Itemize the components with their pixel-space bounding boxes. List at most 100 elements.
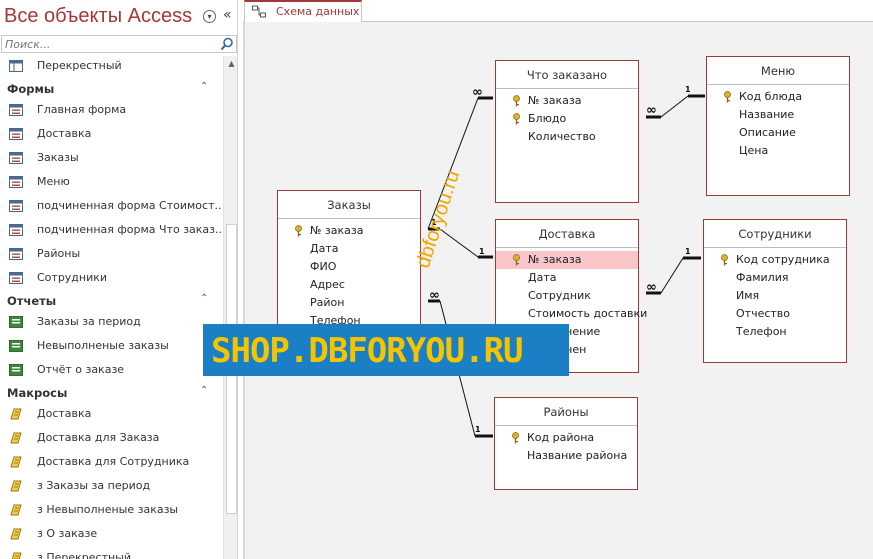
nav-item[interactable]: Заказы — [0, 148, 222, 168]
table-field[interactable]: Сотрудник — [496, 287, 638, 305]
form-icon — [9, 200, 23, 212]
nav-item[interactable]: Сотрудники — [0, 268, 222, 288]
nav-item[interactable]: Отчёт о заказе — [0, 360, 222, 380]
nav-item[interactable]: Районы — [0, 244, 222, 264]
table-field[interactable]: Код сотрудника — [704, 251, 846, 269]
nav-item-label: подчиненная форма Что заказ... — [37, 223, 222, 236]
key-icon — [513, 113, 520, 125]
field-list: Код сотрудника Фамилия Имя Отчество Телефон — [704, 248, 846, 341]
nav-group-header[interactable]: Формы ⌃ — [0, 79, 222, 99]
nav-item[interactable]: Доставка — [0, 404, 222, 424]
nav-item[interactable]: з Перекрестный — [0, 548, 222, 559]
nav-item[interactable]: Заказы за период — [0, 312, 222, 332]
table-header[interactable]: Что заказано — [496, 61, 638, 89]
nav-item[interactable]: Перекрестный — [0, 56, 222, 76]
field-label: Цена — [739, 144, 769, 157]
table-field[interactable]: Название района — [495, 447, 637, 465]
nav-item-label: Доставка для Заказа — [37, 431, 160, 444]
table-zakazy[interactable]: Заказы № заказа Дата ФИО Адрес Район Телефон — [277, 190, 421, 340]
cardinality-many: ∞ — [472, 85, 483, 100]
table-sotrudniki[interactable]: Сотрудники Код сотрудника Фамилия Имя Отчест… — [703, 219, 847, 363]
cardinality-one: 1 — [475, 425, 481, 434]
table-header[interactable]: Районы — [495, 398, 637, 426]
nav-item[interactable]: Меню — [0, 172, 222, 192]
table-field[interactable]: Блюдо — [496, 110, 638, 128]
banner-text: SHOP.DBFORYOU.RU — [211, 331, 524, 371]
table-field[interactable]: Стоимость доставки — [496, 305, 647, 323]
nav-item-label: з О заказе — [37, 527, 98, 540]
nav-group-header[interactable]: Отчеты ⌃ — [0, 291, 222, 311]
table-field[interactable]: Количество — [496, 128, 638, 146]
table-rayony[interactable]: Районы Код района Название района — [494, 397, 638, 490]
table-field[interactable]: Телефон — [704, 323, 846, 341]
table-field[interactable]: Код блюда — [707, 88, 849, 106]
scroll-up-icon[interactable]: ▲ — [224, 56, 237, 71]
table-field[interactable]: Дата — [278, 240, 420, 258]
table-menu[interactable]: Меню Код блюда Название Описание Цена — [706, 56, 850, 196]
nav-item[interactable]: з О заказе — [0, 524, 222, 544]
field-label: Код сотрудника — [736, 253, 830, 266]
search-input[interactable] — [2, 36, 212, 52]
field-label: Адрес — [310, 278, 345, 291]
table-field[interactable]: Код района — [495, 429, 637, 447]
form-icon — [9, 128, 23, 140]
field-label: Дата — [528, 271, 557, 284]
cardinality-many: ∞ — [646, 280, 657, 295]
chevron-down-icon[interactable]: ▾ — [203, 10, 216, 23]
nav-item-label: Меню — [37, 175, 70, 188]
table-field[interactable]: Цена — [707, 142, 849, 160]
cardinality-one: 1 — [685, 247, 691, 256]
nav-item-label: Невыполненые заказы — [37, 339, 169, 352]
nav-item[interactable]: Доставка для Сотрудника — [0, 452, 222, 472]
nav-item[interactable]: Доставка для Заказа — [0, 428, 222, 448]
field-label: Блюдо — [528, 112, 567, 125]
nav-item[interactable]: Невыполненые заказы — [0, 336, 222, 356]
relation-line — [660, 257, 684, 294]
chevron-up-icon[interactable]: ⌃ — [200, 81, 208, 92]
field-label: ФИО — [310, 260, 337, 273]
table-field[interactable]: № заказа — [496, 92, 638, 110]
form-icon — [9, 248, 23, 260]
macro-icon — [10, 408, 22, 420]
field-label: Количество — [528, 130, 596, 143]
table-header[interactable]: Меню — [707, 57, 849, 85]
report-icon — [9, 364, 23, 376]
nav-item-label: Доставка — [37, 407, 92, 420]
nav-item-label: Заказы — [37, 151, 79, 164]
table-field[interactable]: Дата — [496, 269, 638, 287]
table-header[interactable]: Доставка — [496, 220, 638, 248]
nav-scrollbar[interactable]: ▲ — [223, 56, 237, 559]
table-field[interactable]: Описание — [707, 124, 849, 142]
table-header[interactable]: Сотрудники — [704, 220, 846, 248]
table-header[interactable]: Заказы — [278, 191, 420, 219]
chevron-up-icon[interactable]: ⌃ — [200, 293, 208, 304]
table-field[interactable]: № заказа — [496, 251, 638, 269]
field-label: Стоимость доставки — [528, 307, 648, 320]
table-field[interactable]: ФИО — [278, 258, 420, 276]
table-field[interactable]: Фамилия — [704, 269, 846, 287]
search-box[interactable] — [1, 35, 237, 53]
table-field[interactable]: Отчество — [704, 305, 846, 323]
table-field[interactable]: № заказа — [278, 222, 420, 240]
nav-item[interactable]: подчиненная форма Что заказ... — [0, 220, 222, 240]
table-field[interactable]: Адрес — [278, 276, 420, 294]
key-icon — [295, 225, 302, 237]
nav-item[interactable]: Доставка — [0, 124, 222, 144]
collapse-pane-icon[interactable]: « — [223, 7, 232, 23]
chevron-up-icon[interactable]: ⌃ — [200, 385, 208, 396]
table-chto-zakazano[interactable]: Что заказано № заказа Блюдо Количество — [495, 60, 639, 203]
form-icon — [9, 224, 23, 236]
nav-item[interactable]: з Невыполненые заказы — [0, 500, 222, 520]
form-icon — [9, 272, 23, 284]
cardinality-many: ∞ — [429, 288, 440, 303]
table-field[interactable]: Район — [278, 294, 420, 312]
nav-group-header[interactable]: Макросы ⌃ — [0, 383, 222, 403]
table-field[interactable]: Имя — [704, 287, 846, 305]
macro-icon — [11, 552, 22, 559]
search-icon[interactable] — [220, 37, 234, 51]
nav-item[interactable]: з Заказы за период — [0, 476, 222, 496]
nav-item[interactable]: подчиненная форма Стоимост... — [0, 196, 222, 216]
nav-item[interactable]: Главная форма — [0, 100, 222, 120]
table-field[interactable]: Название — [707, 106, 849, 124]
nav-group-label: Формы — [7, 82, 55, 96]
